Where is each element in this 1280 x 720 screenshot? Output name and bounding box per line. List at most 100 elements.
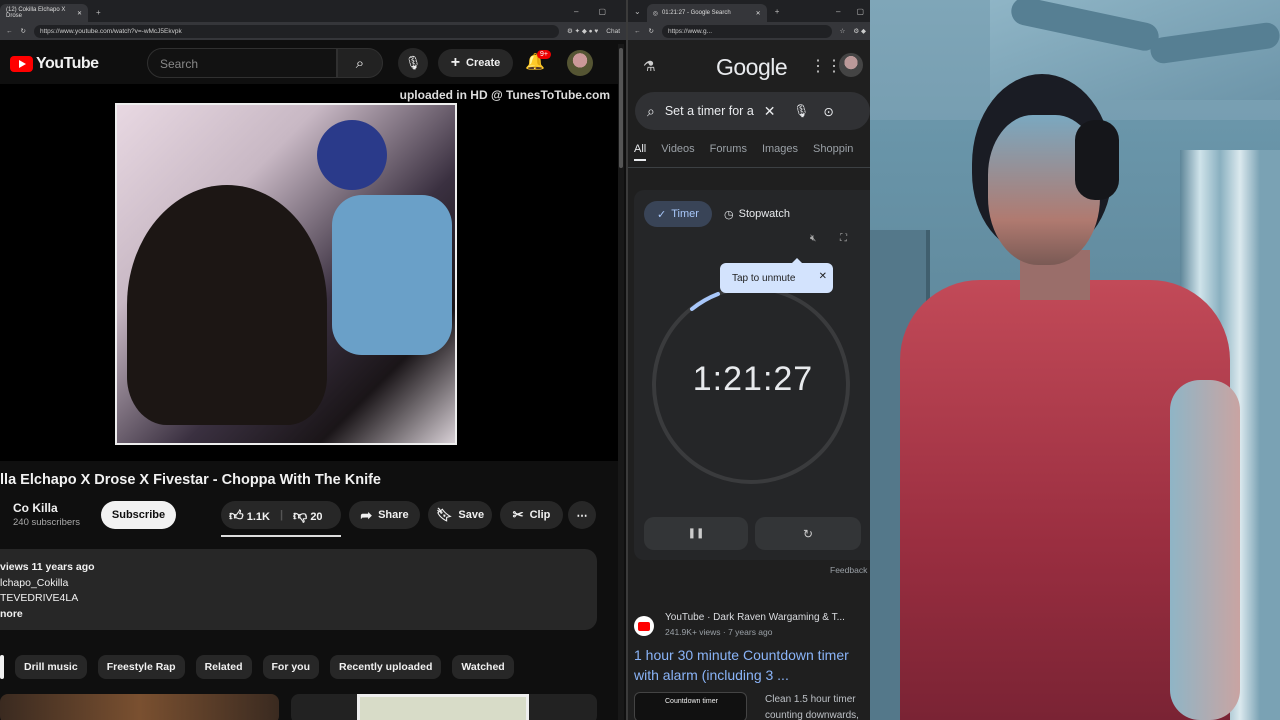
result-snippet: Clean 1.5 hour timer counting downwards, [765, 692, 859, 720]
clear-icon[interactable]: ✕ [764, 103, 776, 120]
tab-shopping[interactable]: Shoppin [813, 143, 853, 161]
star-icon[interactable]: ☆ [840, 27, 846, 35]
new-tab-icon[interactable]: + [96, 8, 101, 17]
g-url-text: https://www.g... [667, 27, 713, 35]
yt-address-bar: ← ↻ https://www.youtube.com/watch?v=-wMc… [0, 22, 626, 40]
like-dislike-group: 👍︎ 1.1K | 👎︎ 20 [221, 501, 341, 529]
google-header: ⚗ Google ⋮⋮⋮ [628, 42, 870, 92]
search-tabs: All Videos Forums Images Shoppin [634, 143, 853, 161]
avatar[interactable] [567, 50, 593, 76]
youtube-logo[interactable]: YouTube [10, 55, 99, 73]
microphone-icon[interactable]: 🎙 [794, 104, 810, 119]
create-button[interactable]: + Create [438, 49, 513, 77]
yt-browser-tab[interactable]: (12) Cokilla Elchapo X Drose ✕ [0, 4, 88, 22]
tab-forums[interactable]: Forums [710, 143, 747, 161]
yt-search-input[interactable]: Search [147, 48, 337, 78]
chip-watched[interactable]: Watched [452, 655, 514, 679]
unmute-tooltip[interactable]: Tap to unmute ✕ [720, 258, 833, 293]
search-icon[interactable]: ⌕ [337, 48, 383, 78]
close-icon[interactable]: ✕ [819, 271, 827, 282]
maximize-icon[interactable]: ▢ [856, 7, 864, 16]
tab-all[interactable]: All [634, 143, 647, 161]
feedback-link[interactable]: Feedback [830, 565, 867, 575]
dislike-button[interactable]: 👎︎ 20 [293, 507, 323, 524]
clip-button[interactable]: ✂ Clip [500, 501, 563, 529]
reset-button[interactable]: ↻ [755, 517, 861, 550]
description-more[interactable]: nore [0, 607, 597, 623]
channel-name[interactable]: Co Killa [13, 501, 80, 515]
create-label: Create [466, 57, 501, 69]
chip-freestyle-rap[interactable]: Freestyle Rap [97, 655, 185, 679]
pause-button[interactable]: ❚❚ [644, 517, 748, 550]
result-thumbnail[interactable]: Countdown timer [634, 692, 747, 720]
yt-tab-title: (12) Cokilla Elchapo X Drose [6, 7, 66, 19]
tab-list-icon[interactable]: ⌄ [634, 7, 641, 16]
search-icon: ⌕ [647, 102, 655, 119]
lens-icon[interactable]: ⊙ [823, 104, 833, 119]
fullscreen-icon[interactable]: ⛶ [840, 233, 847, 244]
new-tab-icon[interactable]: + [775, 7, 780, 16]
plus-icon: + [450, 54, 461, 71]
video-thumbnail[interactable] [291, 694, 597, 720]
description-box[interactable]: views 11 years ago lchapo_Cokilla TEVEDR… [0, 549, 597, 630]
video-title: illa Elchapo X Drose X Fivestar - Choppa… [0, 472, 381, 488]
timer-tab[interactable]: ✓ Timer [644, 201, 712, 227]
save-label: Save [458, 509, 485, 521]
flask-icon[interactable]: ⚗ [643, 58, 656, 75]
close-tab-icon[interactable]: ✕ [756, 10, 761, 17]
scrollbar[interactable] [618, 44, 624, 720]
youtube-window: (12) Cokilla Elchapo X Drose ✕ + – ▢ ← ↻ … [0, 0, 626, 720]
save-button[interactable]: 🔖︎ Save [428, 501, 492, 529]
subscribe-button[interactable]: Subscribe [101, 501, 176, 529]
timer-tab-label: Timer [671, 208, 699, 220]
timer-display: 1:21:27 [692, 360, 814, 398]
back-icon[interactable]: ← [6, 28, 13, 35]
result-title-link[interactable]: 1 hour 30 minute Countdown timer with al… [634, 645, 870, 685]
result-meta: 241.9K+ views · 7 years ago [665, 627, 773, 637]
youtube-favicon [634, 616, 654, 636]
reload-icon[interactable]: ↻ [649, 27, 654, 35]
back-icon[interactable]: ← [634, 28, 641, 35]
google-logo[interactable]: Google [716, 54, 788, 81]
channel-info[interactable]: Co Killa 240 subscribers [13, 501, 80, 528]
g-url-field[interactable]: https://www.g... [661, 24, 832, 38]
extensions-icon[interactable]: ⚙ ✦ ◆ ● ♥ [567, 27, 598, 35]
more-actions-icon[interactable]: ⋯ [568, 501, 596, 529]
chip-recently-uploaded[interactable]: Recently uploaded [330, 655, 442, 679]
video-thumbnail[interactable] [0, 694, 279, 720]
thumbnail-text: Countdown timer [665, 698, 718, 705]
video-player[interactable]: uploaded in HD @ TunesToTube.com [0, 84, 618, 461]
thumbs-up-icon: 👍︎ [229, 506, 244, 523]
notification-badge: 9+ [537, 50, 551, 59]
chip-related[interactable]: Related [195, 655, 252, 679]
chip-drill-music[interactable]: Drill music [15, 655, 87, 679]
yt-url-field[interactable]: https://www.youtube.com/watch?v=-wMcJ5Ek… [33, 24, 559, 38]
g-browser-tab[interactable]: ◎ 01:21:27 - Google Search ✕ [646, 4, 767, 22]
extensions-icon[interactable]: ⚙ ◆ [853, 27, 866, 35]
webcam-person [900, 60, 1240, 720]
google-favicon: ◎ [652, 10, 658, 17]
result-source[interactable]: YouTube · Dark Raven Wargaming & T... [665, 612, 845, 623]
close-tab-icon[interactable]: ✕ [77, 10, 82, 17]
stopwatch-tab[interactable]: ◷ Stopwatch [724, 201, 790, 227]
avatar[interactable] [839, 53, 863, 77]
chat-button[interactable]: Chat [606, 28, 620, 35]
reload-icon[interactable]: ↻ [21, 27, 26, 35]
tab-images[interactable]: Images [762, 143, 798, 161]
minimize-icon[interactable]: – [836, 7, 840, 16]
chip-all[interactable] [0, 655, 4, 679]
minimize-icon[interactable]: – [574, 7, 578, 16]
microphone-icon[interactable]: 🎙 [398, 48, 428, 78]
tab-videos[interactable]: Videos [661, 143, 694, 161]
share-button[interactable]: ➦ Share [349, 501, 420, 529]
google-search-input[interactable]: ⌕ Set a timer for a ✕ 🎙 ⊙ [635, 92, 870, 130]
like-button[interactable]: 👍︎ 1.1K [229, 507, 270, 524]
scrollbar-thumb[interactable] [619, 48, 623, 168]
maximize-icon[interactable]: ▢ [598, 7, 606, 16]
youtube-play-icon [10, 56, 33, 72]
chip-for-you[interactable]: For you [262, 655, 319, 679]
snippet-line-1: Clean 1.5 hour timer [765, 694, 856, 705]
mute-icon[interactable]: 🔇︎ [810, 233, 816, 244]
g-address-bar: ← ↻ https://www.g... ☆ ⚙ ◆ [628, 22, 870, 40]
check-icon: ✓ [657, 208, 667, 221]
